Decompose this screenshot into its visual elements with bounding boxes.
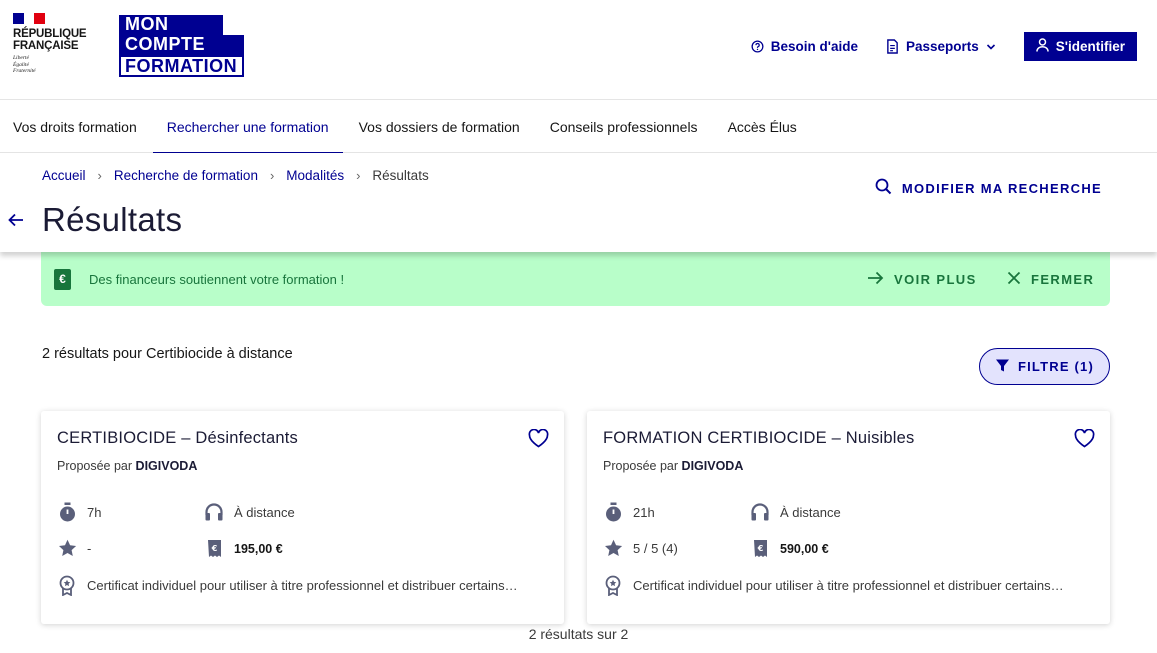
timer-icon [57,502,77,523]
price-tag-icon: € [750,539,770,558]
chevron-down-icon [986,43,996,51]
breadcrumb-modalites[interactable]: Modalités [286,168,344,183]
chevron-right-icon: › [269,168,275,183]
voir-plus-label: VOIR PLUS [894,272,977,287]
mon-compte-formation-logo[interactable]: MON COMPTE FORMATION [119,15,244,78]
modify-search-button[interactable]: MODIFIER MA RECHERCHE [875,178,1102,198]
star-icon [57,539,77,557]
card-rating: - [57,539,91,557]
card-rating: 5 / 5 (4) [603,539,678,557]
card-duration: 21h [603,502,655,523]
fermer-button[interactable]: FERMER [1007,271,1094,288]
formation-card[interactable]: FORMATION CERTIBIOCIDE – Nuisibles Propo… [587,411,1110,624]
republique-motto: Liberté Égalité Fraternité [13,55,36,74]
euro-icon: € [54,268,71,290]
breadcrumb-accueil[interactable]: Accueil [42,168,86,183]
rating-value: - [87,540,92,556]
headphones-icon [204,502,224,522]
card-title[interactable]: CERTIBIOCIDE – Désinfectants [57,429,298,448]
financeurs-banner: € Des financeurs soutiennent votre forma… [41,252,1110,306]
provider-prefix: Proposée par [57,459,133,473]
headphones-icon [750,502,770,522]
header-tools: Besoin d'aide Passeports S'identifier [751,32,1137,61]
breadcrumb-recherche[interactable]: Recherche de formation [114,168,258,183]
heart-icon[interactable] [528,428,549,453]
certification-text: Certificat individuel pour utiliser à ti… [87,578,518,593]
card-certification: Certificat individuel pour utiliser à ti… [603,575,1093,596]
formation-card[interactable]: CERTIBIOCIDE – Désinfectants Proposée pa… [41,411,564,624]
card-provider: Proposée par DIGIVODA [57,459,197,473]
modify-search-label: MODIFIER MA RECHERCHE [901,180,1102,196]
price-value: 590,00 € [780,541,829,556]
card-provider: Proposée par DIGIVODA [603,459,743,473]
back-arrow-icon[interactable] [7,212,25,233]
card-duration: 7h [57,502,101,523]
nav-item-conseils[interactable]: Conseils professionnels [550,100,698,153]
duration-value: 7h [87,505,102,520]
star-icon [603,539,623,557]
duration-value: 21h [633,505,655,520]
timer-icon [603,502,623,523]
certificate-badge-icon [603,575,623,596]
svg-text:€: € [756,544,763,553]
logo-line-2: COMPTE [119,35,244,56]
french-flag-icon [13,13,46,24]
card-certification: Certificat individuel pour utiliser à ti… [57,575,547,596]
document-icon [886,39,899,54]
signin-button[interactable]: S'identifier [1023,32,1137,61]
price-value: 195,00 € [234,541,283,556]
filter-button[interactable]: FILTRE (1) [979,348,1110,385]
main-navigation: Vos droits formation Rechercher une form… [0,100,1157,154]
price-tag-icon: € [204,539,224,558]
breadcrumb-current: Résultats [372,168,429,183]
results-header: Accueil › Recherche de formation › Modal… [0,153,1157,252]
logo-line-3: FORMATION [119,55,244,77]
svg-text:€: € [210,544,217,553]
card-title[interactable]: FORMATION CERTIBIOCIDE – Nuisibles [603,429,915,448]
search-icon [875,178,892,198]
site-header: RÉPUBLIQUE FRANÇAISE Liberté Égalité Fra… [0,0,1157,100]
rating-value: 5 / 5 (4) [633,540,678,556]
card-price: € 195,00 € [204,539,283,558]
nav-item-droits[interactable]: Vos droits formation [13,100,137,153]
results-count: 2 résultats pour Certibiocide à distance [42,346,293,362]
republique-francaise-logo[interactable]: RÉPUBLIQUE FRANÇAISE Liberté Égalité Fra… [13,13,87,75]
results-footer-count: 2 résultats sur 2 [528,626,629,642]
nav-item-acces-elus[interactable]: Accès Élus [728,100,797,153]
user-icon [1036,38,1049,55]
mode-value: À distance [234,504,295,520]
card-mode: À distance [750,502,841,522]
signin-label: S'identifier [1055,39,1125,54]
help-label: Besoin d'aide [770,39,858,54]
provider-name: DIGIVODA [135,459,198,473]
arrow-right-icon [867,271,884,288]
page-title: Résultats [42,201,183,238]
heart-icon[interactable] [1074,428,1095,453]
passports-menu[interactable]: Passeports [886,39,996,54]
help-link[interactable]: Besoin d'aide [751,39,858,54]
mode-value: À distance [780,504,841,520]
card-mode: À distance [204,502,295,522]
chevron-right-icon: › [356,168,361,183]
logo-line-1: MON [119,15,223,36]
nav-item-dossiers[interactable]: Vos dossiers de formation [359,100,520,153]
breadcrumb: Accueil › Recherche de formation › Modal… [42,168,429,183]
passports-label: Passeports [905,39,979,54]
question-circle-icon [751,40,764,53]
fermer-label: FERMER [1031,272,1095,287]
nav-item-rechercher[interactable]: Rechercher une formation [152,100,343,154]
filter-icon [995,358,1010,376]
close-icon [1007,271,1021,288]
certificate-badge-icon [57,575,77,596]
chevron-right-icon: › [97,168,102,183]
provider-prefix: Proposée par [603,459,679,473]
voir-plus-button[interactable]: VOIR PLUS [867,271,977,288]
certification-text: Certificat individuel pour utiliser à ti… [633,578,1064,593]
provider-name: DIGIVODA [681,459,744,473]
card-price: € 590,00 € [750,539,829,558]
banner-text: Des financeurs soutiennent votre formati… [89,271,345,287]
republique-francaise-text: RÉPUBLIQUE FRANÇAISE [13,28,87,52]
filter-label: FILTRE (1) [1017,359,1095,374]
